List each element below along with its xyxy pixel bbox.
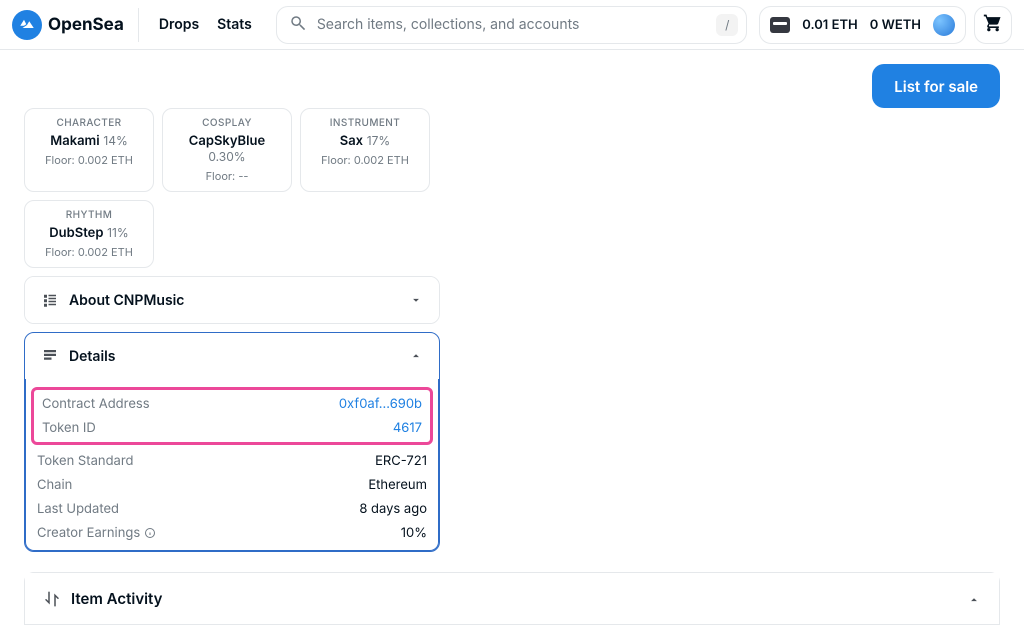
search-bar[interactable]: / xyxy=(276,6,747,44)
action-bar: List for sale xyxy=(0,50,1024,108)
trait-card[interactable]: CHARACTER Makami 14% Floor: 0.002 ETH xyxy=(24,108,154,192)
item-activity-panel: Item Activity xyxy=(24,572,1000,625)
search-icon xyxy=(289,14,307,36)
wallet-balance[interactable]: 0.01 ETH 0 WETH xyxy=(759,6,966,44)
about-panel: About CNPMusic xyxy=(24,276,440,324)
weth-balance: 0 WETH xyxy=(870,17,921,33)
trait-value: DubStep 11% xyxy=(31,225,147,241)
contract-address-link[interactable]: 0xf0af...690b xyxy=(339,396,422,412)
row-last-updated: Last Updated 8 days ago xyxy=(25,497,439,521)
avatar[interactable] xyxy=(933,14,955,36)
info-icon xyxy=(144,527,156,539)
trait-floor: Floor: -- xyxy=(169,169,285,183)
wallet-icon xyxy=(770,17,790,33)
brand-name: OpenSea xyxy=(48,15,124,35)
traits-grid: CHARACTER Makami 14% Floor: 0.002 ETH COSPL… xyxy=(24,108,440,268)
eth-balance: 0.01 ETH xyxy=(802,17,858,33)
trait-value: Sax 17% xyxy=(307,133,423,149)
details-panel: Details Contract Address 0xf0af...690b T… xyxy=(24,332,440,552)
trait-label: COSPLAY xyxy=(169,117,285,129)
item-activity-title: Item Activity xyxy=(71,589,957,608)
trait-value: CapSkyBlue 0.30% xyxy=(169,133,285,165)
logo[interactable]: OpenSea xyxy=(12,8,139,42)
label: Contract Address xyxy=(42,396,150,412)
details-header[interactable]: Details xyxy=(25,333,439,379)
search-shortcut-badge: / xyxy=(716,14,738,36)
details-icon xyxy=(41,347,59,365)
row-chain: Chain Ethereum xyxy=(25,473,439,497)
trait-label: CHARACTER xyxy=(31,117,147,129)
details-title: Details xyxy=(69,348,399,365)
search-input[interactable] xyxy=(317,16,734,33)
opensea-logo-icon xyxy=(12,10,42,40)
nav-stats[interactable]: Stats xyxy=(217,16,252,33)
row-token-id: Token ID 4617 xyxy=(34,416,430,440)
nav-drops[interactable]: Drops xyxy=(159,16,199,33)
item-activity-header[interactable]: Item Activity xyxy=(25,573,999,624)
header: OpenSea Drops Stats / 0.01 ETH 0 WETH xyxy=(0,0,1024,50)
row-token-standard: Token Standard ERC-721 xyxy=(25,449,439,473)
details-body: Contract Address 0xf0af...690b Token ID … xyxy=(25,379,439,551)
trait-value: Makami 14% xyxy=(31,133,147,149)
content: CHARACTER Makami 14% Floor: 0.002 ETH COSPL… xyxy=(0,108,1024,552)
cart-icon xyxy=(983,13,1003,37)
trait-floor: Floor: 0.002 ETH xyxy=(31,245,147,259)
value: 8 days ago xyxy=(359,501,427,517)
trait-card[interactable]: COSPLAY CapSkyBlue 0.30% Floor: -- xyxy=(162,108,292,192)
chevron-down-icon xyxy=(409,293,423,307)
row-contract-address: Contract Address 0xf0af...690b xyxy=(34,392,430,416)
label: Token Standard xyxy=(37,453,133,469)
label: Last Updated xyxy=(37,501,119,517)
list-for-sale-button[interactable]: List for sale xyxy=(872,64,1000,108)
label: Creator Earnings xyxy=(37,525,156,541)
activity-icon xyxy=(43,590,61,608)
trait-label: INSTRUMENT xyxy=(307,117,423,129)
trait-floor: Floor: 0.002 ETH xyxy=(31,153,147,167)
row-creator-earnings: Creator Earnings 10% xyxy=(25,521,439,545)
top-nav: Drops Stats xyxy=(139,16,252,33)
about-title: About CNPMusic xyxy=(69,292,399,309)
highlight-box: Contract Address 0xf0af...690b Token ID … xyxy=(31,387,433,445)
about-icon xyxy=(41,291,59,309)
value: ERC-721 xyxy=(375,453,427,469)
chevron-up-icon xyxy=(409,349,423,363)
value: 10% xyxy=(401,525,427,541)
trait-card[interactable]: RHYTHM DubStep 11% Floor: 0.002 ETH xyxy=(24,200,154,268)
token-id-link[interactable]: 4617 xyxy=(393,420,422,436)
chevron-up-icon xyxy=(967,592,981,606)
label: Chain xyxy=(37,477,72,493)
trait-card[interactable]: INSTRUMENT Sax 17% Floor: 0.002 ETH xyxy=(300,108,430,192)
left-column: CHARACTER Makami 14% Floor: 0.002 ETH COSPL… xyxy=(24,108,440,552)
cart-button[interactable] xyxy=(974,6,1012,44)
label: Token ID xyxy=(42,420,96,436)
value: Ethereum xyxy=(368,477,427,493)
about-header[interactable]: About CNPMusic xyxy=(25,277,439,323)
trait-floor: Floor: 0.002 ETH xyxy=(307,153,423,167)
trait-label: RHYTHM xyxy=(31,209,147,221)
